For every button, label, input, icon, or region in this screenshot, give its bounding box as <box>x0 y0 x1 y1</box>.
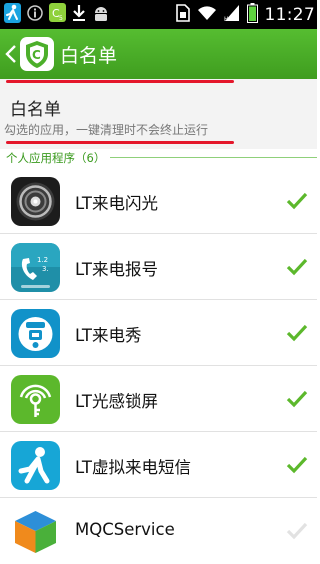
checkbox-checked-icon[interactable] <box>286 456 308 474</box>
whitelist-section: 白名单 勾选的应用，一键清理时不会终止运行 <box>0 79 317 149</box>
caller-show-icon <box>11 309 60 358</box>
annotation-line-top <box>6 80 234 83</box>
download-icon <box>72 4 86 26</box>
checkbox-checked-icon[interactable] <box>286 258 308 276</box>
info-icon <box>27 4 43 25</box>
list-item[interactable]: 1.2 3. LT来电报号 <box>0 234 317 300</box>
app-label: LT光感锁屏 <box>75 392 158 411</box>
app-label: LT来电秀 <box>75 326 142 345</box>
app-header: C 白名单 <box>0 29 317 79</box>
runner-icon <box>11 441 60 490</box>
status-bar-left: C5 <box>4 2 110 27</box>
svg-text:5: 5 <box>59 15 63 22</box>
checkbox-checked-icon[interactable] <box>286 324 308 342</box>
svg-text:3.: 3. <box>42 265 49 273</box>
shield-logo-icon[interactable]: C <box>20 37 54 71</box>
status-time: 11:27 <box>264 4 315 25</box>
flash-ring-icon <box>11 177 60 226</box>
list-item[interactable]: MQCService <box>0 498 317 563</box>
app-label: LT虚拟来电短信 <box>75 458 191 477</box>
app-label: MQCService <box>75 520 175 539</box>
status-bar: C5 H 11:27 <box>0 0 317 29</box>
checkbox-checked-icon[interactable] <box>286 192 308 210</box>
app-label: LT来电闪光 <box>75 194 158 213</box>
checkbox-unchecked-icon[interactable] <box>286 522 308 540</box>
section-title: 白名单 <box>10 100 61 120</box>
android-icon <box>92 4 110 26</box>
status-bar-right: H 11:27 <box>175 2 316 27</box>
svg-text:1.2: 1.2 <box>37 256 48 264</box>
annotation-line-bottom <box>6 141 234 144</box>
running-man-icon <box>4 2 21 27</box>
voice-caller-icon: 1.2 3. <box>11 243 60 292</box>
battery-icon <box>246 2 258 27</box>
list-item[interactable]: LT光感锁屏 <box>0 366 317 432</box>
cleanmaster-icon: C5 <box>49 3 66 26</box>
svg-text:H: H <box>224 16 229 22</box>
chevron-left-icon[interactable] <box>4 44 18 64</box>
app-label: LT来电报号 <box>75 260 158 279</box>
sim-icon <box>175 3 190 26</box>
group-divider <box>110 157 317 158</box>
section-description: 勾选的应用，一键清理时不会终止运行 <box>4 123 209 137</box>
list-item[interactable]: LT来电闪光 <box>0 168 317 234</box>
checkbox-checked-icon[interactable] <box>286 390 308 408</box>
light-lock-icon <box>11 375 60 424</box>
list-item[interactable]: LT来电秀 <box>0 300 317 366</box>
list-item[interactable]: LT虚拟来电短信 <box>0 432 317 498</box>
wifi-icon <box>197 5 217 25</box>
group-label: 个人应用程序（6） <box>6 151 106 165</box>
svg-text:C: C <box>32 48 41 62</box>
cube-icon <box>11 507 60 556</box>
page-title: 白名单 <box>60 45 118 67</box>
signal-icon: H <box>224 4 240 26</box>
